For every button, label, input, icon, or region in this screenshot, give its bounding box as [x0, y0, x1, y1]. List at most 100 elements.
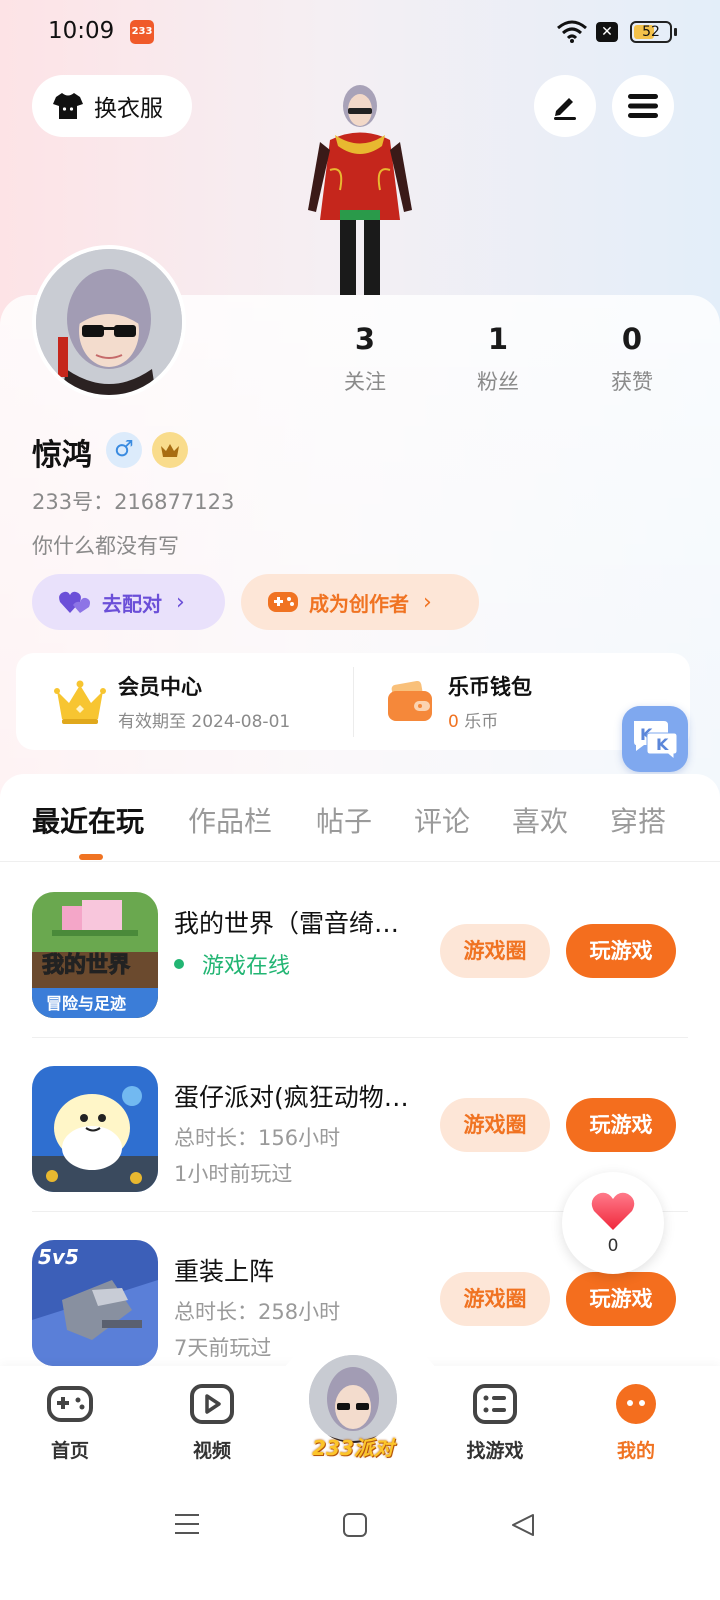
game-name: 我的世界（雷音绮… — [174, 909, 400, 938]
online-label: 游戏在线 — [202, 954, 291, 979]
likes-count: 0 — [621, 322, 643, 356]
change-outfit-label: 换衣服 — [94, 96, 163, 122]
online-dot-icon — [174, 959, 184, 969]
match-button[interactable]: 去配对 › — [32, 574, 225, 630]
stat-following[interactable]: 3 关注 — [305, 322, 425, 396]
menu-button[interactable] — [612, 75, 674, 137]
vip-divider — [353, 667, 354, 737]
play-game-button[interactable]: 玩游戏 — [566, 1098, 676, 1152]
play-game-button[interactable]: 玩游戏 — [566, 1272, 676, 1326]
wifi-icon — [557, 20, 587, 43]
member-center-entry[interactable]: 会员中心 有效期至 2024-08-01 — [54, 653, 290, 750]
chevron-right-icon: › — [423, 589, 432, 615]
wallet-balance: 0 — [448, 712, 459, 732]
username: 惊鸿 — [32, 438, 92, 473]
content-panel: 最近在玩 作品栏 帖子 评论 喜欢 穿搭 我的世界 冒险与足迹 我的世界（雷音绮… — [0, 774, 720, 1374]
tab-works[interactable]: 作品栏 — [188, 800, 272, 840]
double-heart-icon — [59, 591, 90, 613]
likes-label: 获赞 — [611, 370, 653, 394]
nav-home-label: 首页 — [50, 1440, 89, 1462]
like-count: 0 — [607, 1236, 619, 1256]
minecraft-subtitle-text: 冒险与足迹 — [46, 994, 126, 1013]
edit-profile-button[interactable] — [534, 75, 596, 137]
followers-label: 粉丝 — [477, 370, 519, 394]
avatar[interactable] — [32, 245, 186, 399]
party-avatar-icon — [309, 1355, 397, 1443]
vip-wallet-card: 会员中心 有效期至 2024-08-01 乐币钱包 0 乐币 — [16, 653, 690, 750]
nav-find-games[interactable]: 找游戏 — [455, 1384, 535, 1463]
wallet-unit: 乐币 — [464, 712, 499, 732]
data-off-icon: ✕ — [596, 22, 618, 42]
game-name: 重装上阵 — [174, 1257, 275, 1286]
svg-text:K: K — [656, 735, 669, 754]
nav-home[interactable]: 首页 — [30, 1384, 110, 1463]
followers-count: 1 — [487, 322, 509, 356]
gamepad-icon — [47, 1386, 93, 1422]
nav-video[interactable]: 视频 — [172, 1384, 252, 1463]
tab-likes[interactable]: 喜欢 — [512, 800, 568, 840]
play-video-icon — [190, 1384, 234, 1424]
nav-mine[interactable]: 我的 — [596, 1384, 676, 1463]
app-notification-icon: 233 — [130, 20, 154, 44]
wallet-title: 乐币钱包 — [448, 675, 532, 699]
status-time: 10:09 — [48, 18, 115, 44]
eggy-party-game-icon — [32, 1066, 158, 1192]
following-count: 3 — [354, 322, 376, 356]
tab-recently-played[interactable]: 最近在玩 — [32, 800, 144, 840]
like-button[interactable]: 0 — [562, 1172, 664, 1274]
game-circle-button[interactable]: 游戏圈 — [440, 1098, 550, 1152]
avatar-portrait — [36, 249, 182, 395]
member-center-title: 会员中心 — [118, 675, 202, 699]
chevron-right-icon: › — [176, 589, 185, 615]
mode-badge-text: 5v5 — [38, 1245, 79, 1269]
battery-icon: 52 — [630, 21, 672, 43]
game-last-played: 7天前玩过 — [174, 1336, 272, 1360]
game-last-played: 1小时前玩过 — [174, 1162, 293, 1186]
kk-chat-icon: K K — [634, 721, 678, 761]
profile-face-icon — [616, 1384, 656, 1424]
following-label: 关注 — [344, 370, 386, 394]
user-id: 233号：216877123 — [32, 490, 235, 514]
game-name: 蛋仔派对(疯狂动物… — [174, 1083, 409, 1112]
game-duration: 总时长：258小时 — [174, 1300, 341, 1324]
become-creator-label: 成为创作者 — [309, 591, 409, 616]
tab-posts[interactable]: 帖子 — [316, 800, 372, 840]
minecraft-game-icon: 我的世界 冒险与足迹 — [32, 892, 158, 1018]
nav-find-games-label: 找游戏 — [466, 1440, 524, 1462]
system-navigation-bar — [0, 1486, 720, 1600]
home-square-icon[interactable] — [342, 1512, 368, 1538]
nav-party-label: 233派对 — [312, 1436, 394, 1460]
game-circle-button[interactable]: 游戏圈 — [440, 1272, 550, 1326]
game-online-status: 游戏在线 — [174, 948, 290, 980]
become-creator-button[interactable]: 成为创作者 › — [241, 574, 479, 630]
recent-apps-icon[interactable] — [174, 1512, 200, 1536]
avatar-full-body — [308, 85, 412, 295]
crown-badge-icon[interactable] — [152, 432, 188, 468]
game-circle-button[interactable]: 游戏圈 — [440, 924, 550, 978]
match-label: 去配对 — [102, 591, 162, 616]
heart-icon — [591, 1192, 635, 1230]
stat-likes[interactable]: 0 获赞 — [572, 322, 692, 396]
nav-video-label: 视频 — [192, 1440, 231, 1462]
battery-level: 52 — [642, 24, 660, 40]
change-outfit-button[interactable]: 换衣服 — [32, 75, 192, 137]
mech-game-icon: 5v5 — [32, 1240, 158, 1366]
minecraft-title-text: 我的世界 — [42, 952, 130, 978]
kk-chat-button[interactable]: K K — [622, 706, 688, 772]
game-row[interactable]: 我的世界 冒险与足迹 我的世界（雷音绮… 游戏在线 游戏圈 玩游戏 — [0, 864, 720, 1038]
hamburger-menu-icon — [628, 94, 658, 118]
tab-comments[interactable]: 评论 — [414, 800, 470, 840]
crown-icon — [54, 680, 106, 724]
back-triangle-icon[interactable] — [510, 1512, 536, 1538]
profile-tabs: 最近在玩 作品栏 帖子 评论 喜欢 穿搭 — [0, 774, 720, 862]
male-gender-icon: ♂ — [106, 432, 142, 468]
wallet-entry[interactable]: 乐币钱包 0 乐币 — [386, 653, 532, 750]
gamepad-plus-icon — [268, 592, 298, 612]
wallet-icon — [388, 680, 432, 721]
list-icon — [473, 1384, 517, 1424]
tshirt-icon — [53, 93, 83, 119]
tab-outfits[interactable]: 穿搭 — [610, 800, 666, 840]
tab-indicator — [79, 854, 103, 860]
play-game-button[interactable]: 玩游戏 — [566, 924, 676, 978]
stat-followers[interactable]: 1 粉丝 — [438, 322, 558, 396]
